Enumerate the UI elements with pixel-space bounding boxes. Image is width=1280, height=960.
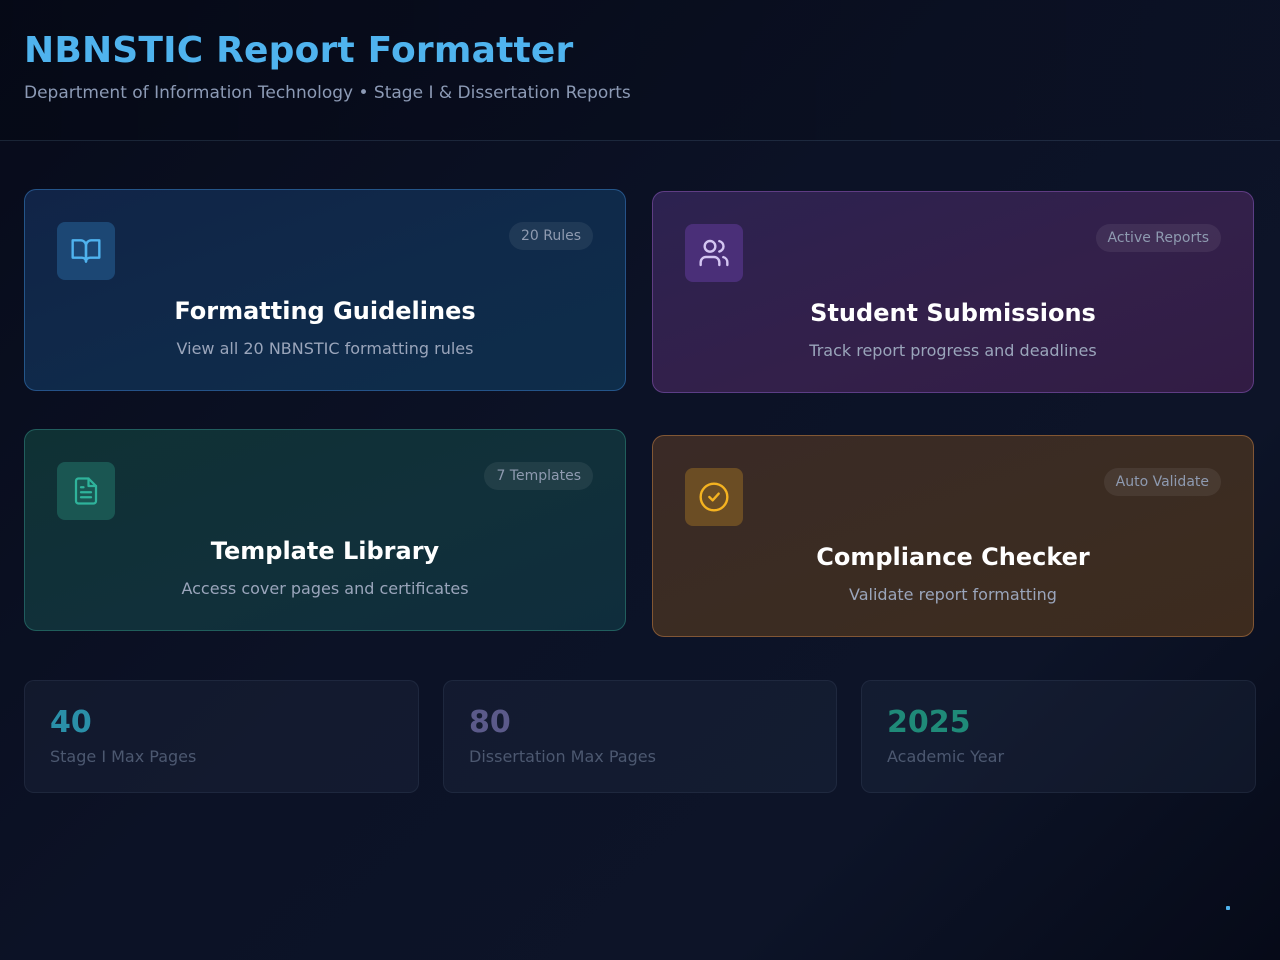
templates-count-badge: 7 Templates [484, 462, 593, 490]
card-title: Compliance Checker [816, 543, 1090, 571]
card-description: Track report progress and deadlines [809, 341, 1097, 360]
stat-label: Academic Year [887, 747, 1005, 766]
card-title: Template Library [210, 537, 440, 565]
stat-label: Stage I Max Pages [50, 747, 197, 766]
stat-stage-one-max-pages: 40 Stage I Max Pages [24, 680, 419, 793]
indicator-dot [1226, 906, 1230, 910]
book-open-icon [57, 222, 115, 280]
file-text-icon [57, 462, 115, 520]
stat-dissertation-max-pages: 80 Dissertation Max Pages [443, 680, 837, 793]
formatting-guidelines-card[interactable]: 20 Rules Formatting Guidelines View all … [24, 189, 626, 391]
card-title: Formatting Guidelines [174, 297, 476, 325]
card-title: Student Submissions [810, 299, 1096, 327]
auto-validate-badge: Auto Validate [1103, 468, 1221, 496]
users-icon [685, 224, 743, 282]
app-subtitle: Department of Information Technology • S… [24, 83, 631, 103]
template-library-card[interactable]: 7 Templates Template Library Access cove… [24, 429, 626, 631]
app-header: NBNSTIC Report Formatter Department of I… [0, 0, 1280, 141]
check-circle-icon [685, 468, 743, 526]
stat-value: 80 [469, 705, 511, 740]
card-description: Access cover pages and certificates [181, 579, 469, 598]
stat-value: 2025 [887, 705, 971, 740]
active-reports-badge: Active Reports [1095, 224, 1221, 252]
card-description: Validate report formatting [849, 585, 1057, 604]
stat-value: 40 [50, 705, 92, 740]
app-title: NBNSTIC Report Formatter [24, 30, 574, 71]
student-submissions-card[interactable]: Active Reports Student Submissions Track… [652, 191, 1254, 393]
compliance-checker-card[interactable]: Auto Validate Compliance Checker Validat… [652, 435, 1254, 637]
stat-academic-year: 2025 Academic Year [861, 680, 1256, 793]
rules-count-badge: 20 Rules [508, 222, 593, 250]
stat-label: Dissertation Max Pages [469, 747, 656, 766]
card-description: View all 20 NBNSTIC formatting rules [176, 339, 474, 358]
